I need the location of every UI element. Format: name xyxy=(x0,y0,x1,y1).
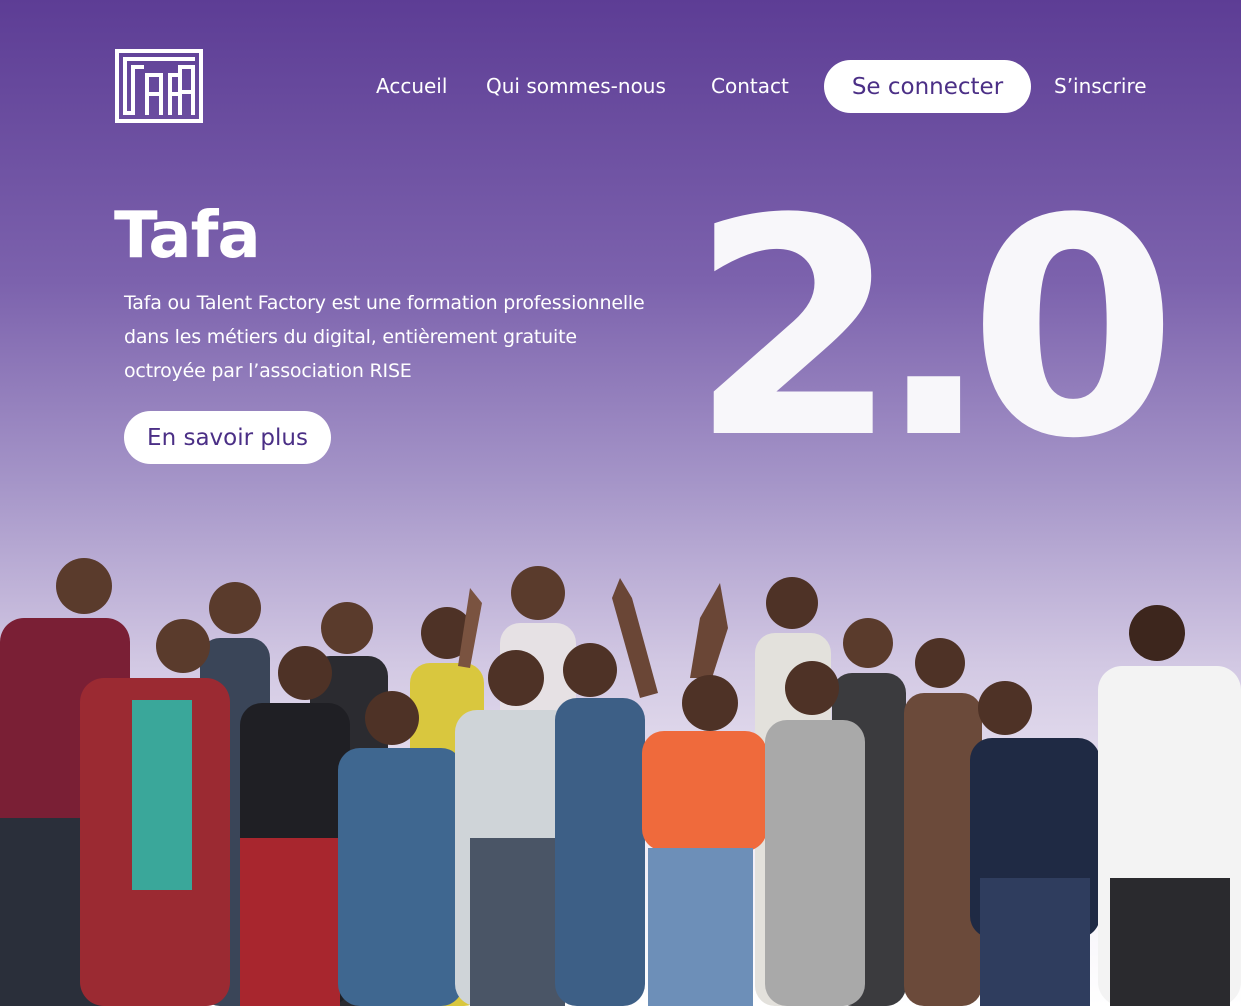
group-photo xyxy=(0,558,1241,1006)
hero-description: Tafa ou Talent Factory est une formation… xyxy=(124,292,645,382)
front-row-people xyxy=(0,558,1241,1006)
tafa-logo-icon[interactable] xyxy=(114,48,204,124)
version-number: 2.0 xyxy=(690,155,1177,504)
learn-more-button[interactable]: En savoir plus xyxy=(124,411,331,464)
nav-link-accueil[interactable]: Accueil xyxy=(376,72,447,100)
nav-link-qui-sommes-nous[interactable]: Qui sommes-nous xyxy=(486,72,666,100)
login-button[interactable]: Se connecter xyxy=(824,60,1031,113)
signup-link[interactable]: S’inscrire xyxy=(1054,72,1147,100)
hero-title: Tafa xyxy=(114,199,261,273)
nav-link-contact[interactable]: Contact xyxy=(711,72,789,100)
